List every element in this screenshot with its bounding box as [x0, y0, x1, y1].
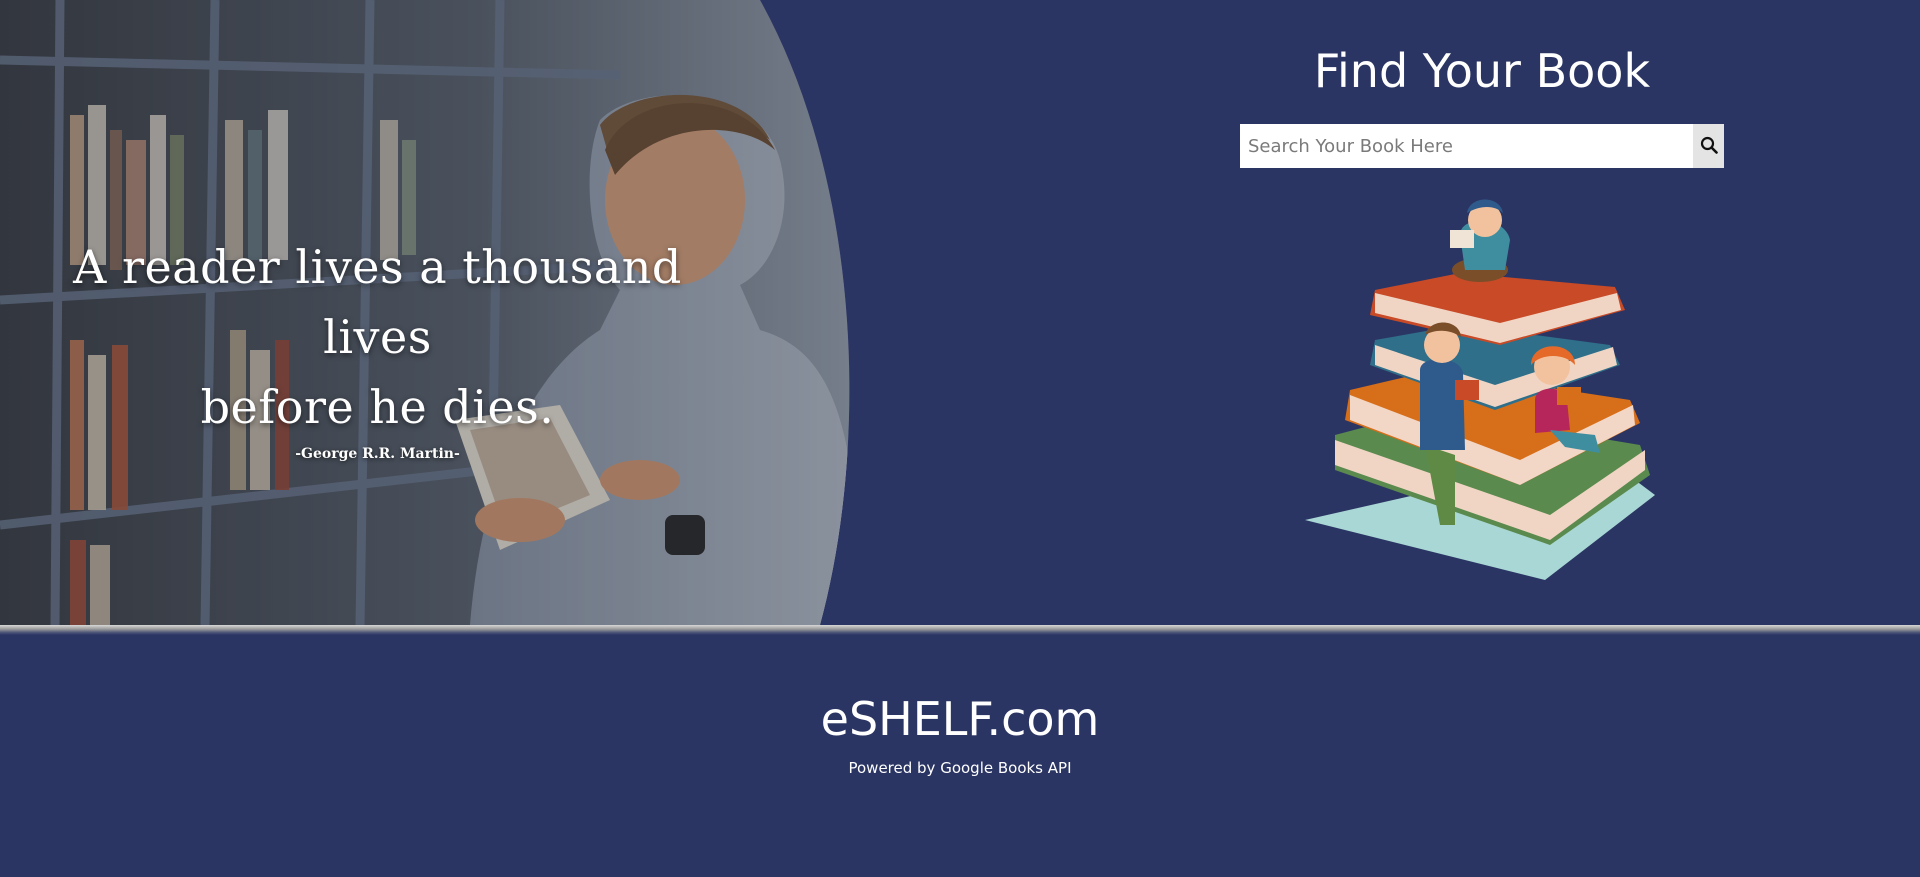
quote-line-2: before he dies.: [200, 380, 555, 434]
footer-powered-by: Powered by Google Books API: [848, 759, 1072, 777]
hero-photo: A reader lives a thousand lives before h…: [0, 0, 860, 625]
section-divider: [0, 625, 1920, 635]
search-icon: [1700, 136, 1718, 157]
footer: eSHELF.com Powered by Google Books API: [0, 635, 1920, 877]
kids-reading-on-books-icon: [1305, 199, 1655, 580]
page: A reader lives a thousand lives before h…: [0, 0, 1920, 877]
footer-brand: eSHELF.com: [820, 692, 1100, 746]
book-finder: Find Your Book: [1240, 40, 1724, 168]
quote-block: A reader lives a thousand lives before h…: [20, 232, 735, 462]
quote-author: -George R.R. Martin-: [295, 446, 460, 462]
search-bar: [1240, 124, 1724, 168]
quote-text: A reader lives a thousand lives before h…: [20, 232, 735, 442]
hero-section: A reader lives a thousand lives before h…: [0, 0, 1920, 625]
quote-line-1: A reader lives a thousand lives: [73, 240, 682, 364]
page-title: Find Your Book: [1313, 44, 1651, 98]
books-stack-illustration: [1295, 195, 1670, 590]
search-button[interactable]: [1693, 124, 1724, 168]
search-input[interactable]: [1240, 124, 1693, 168]
